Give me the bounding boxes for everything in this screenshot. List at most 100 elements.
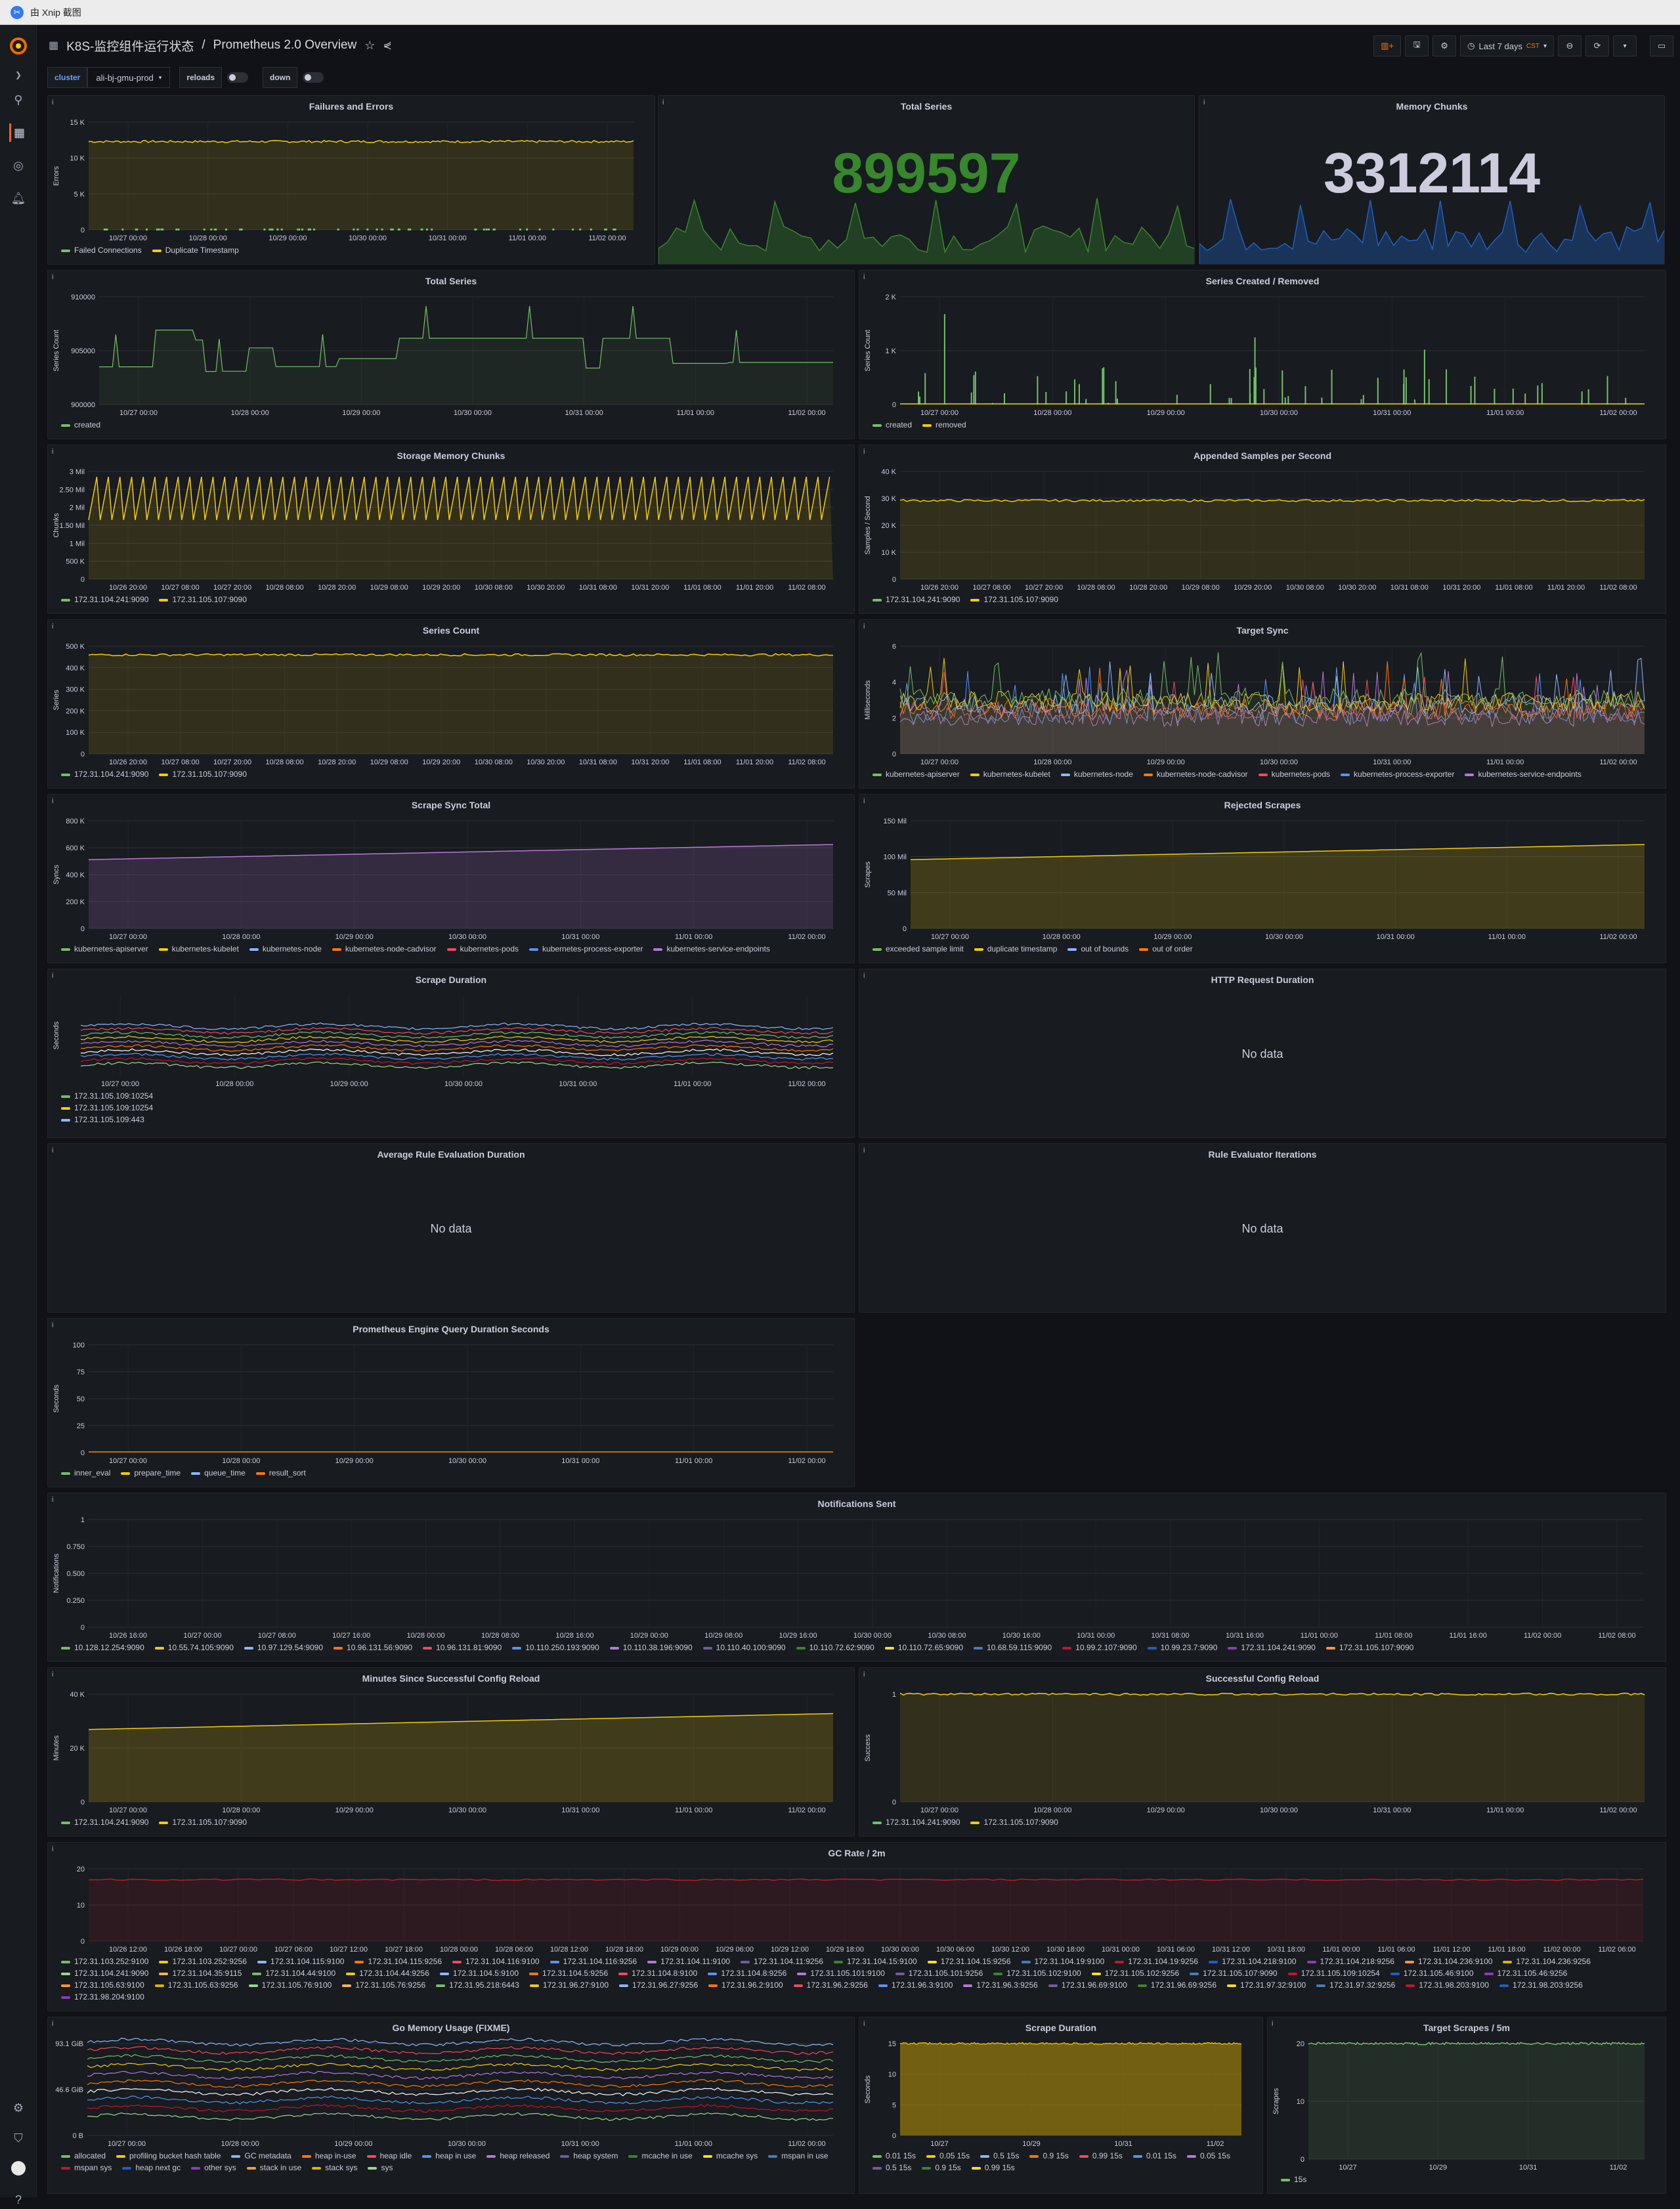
legend-item[interactable]: 0.05 15s	[926, 2150, 970, 2162]
legend-item[interactable]: 172.31.105.109:443	[61, 1114, 848, 1126]
legend-item[interactable]: 172.31.96.3:9100	[878, 1979, 953, 1991]
panel-target-sync[interactable]: i Target Sync 6 4 2 0 10/27 00:00 10/28 00:00 10…	[859, 619, 1666, 789]
panel-scrape-duration[interactable]: i Scrape Duration 10/27 00:00 10/28 00:00 10…	[47, 969, 855, 1138]
legend-item[interactable]: 172.31.104.241:9090	[61, 1967, 148, 1979]
legend-item[interactable]: 172.31.105.101:9256	[895, 1967, 983, 1979]
legend-item[interactable]: profiling bucket hash table	[116, 2150, 221, 2162]
legend-item[interactable]: 0.5 15s	[872, 2162, 911, 2174]
share-icon[interactable]: ⋞	[383, 39, 391, 52]
panel-storage-chunks[interactable]: i Storage Memory Chunks 3 Mil 2.50 Mil 2 Mil…	[47, 445, 855, 614]
legend-item[interactable]: 172.31.104.5:9100	[440, 1967, 519, 1979]
legend-item[interactable]: 10.110.72.65:9090	[885, 1642, 963, 1653]
save-dashboard-button[interactable]: 🖫︎	[1405, 35, 1429, 56]
legend-item[interactable]: heap idle	[367, 2150, 412, 2162]
legend-item[interactable]: kubernetes-node-cadvisor	[332, 943, 437, 955]
legend-item[interactable]: 172.31.105.109:10254	[1288, 1967, 1380, 1979]
breadcrumb-dashboard[interactable]: Prometheus 2.0 Overview	[213, 38, 357, 53]
legend-item[interactable]: 172.31.104.116:9256	[550, 1956, 637, 1967]
legend-item[interactable]: 172.31.104.116:9100	[452, 1956, 540, 1967]
legend-item[interactable]: 172.31.104.8:9100	[618, 1967, 697, 1979]
legend-item[interactable]: 172.31.104.241:9090	[61, 1816, 148, 1828]
legend-item[interactable]: out of bounds	[1067, 943, 1129, 955]
panel-rule-iter[interactable]: i Rule Evaluator Iterations No data	[859, 1143, 1666, 1313]
panel-success-reload[interactable]: i Successful Config Reload 1 0 10/27 00:00 10…	[859, 1667, 1666, 1837]
legend-item[interactable]: 10.99.2.107:9090	[1062, 1642, 1136, 1653]
legend-item[interactable]: mcache sys	[703, 2150, 758, 2162]
user-avatar[interactable]	[9, 2159, 28, 2177]
legend-item[interactable]: 172.31.105.107:9090	[159, 768, 246, 780]
legend-item[interactable]: 172.31.105.107:9090	[1190, 1967, 1277, 1979]
legend-item[interactable]: created	[61, 419, 100, 431]
reloads-toggle[interactable]	[227, 72, 248, 83]
time-picker-button[interactable]: ◷ Last 7 days CST ▾	[1460, 35, 1554, 56]
graph-area[interactable]: 40 K 20 K 0 10/27 00:00 10/28 00:00 10/29 00:…	[48, 1668, 855, 1837]
legend-item[interactable]: 10.97.129.54:9090	[244, 1642, 323, 1653]
legend-item[interactable]: 172.31.104.11:9256	[741, 1956, 823, 1967]
graph-area[interactable]: 100 75 50 25 0 10/27 00:00 10/28 00:00 10/29 00…	[48, 1319, 855, 1487]
legend-item[interactable]: prepare_time	[121, 1467, 181, 1479]
legend-item[interactable]: 172.31.103.252:9100	[61, 1956, 148, 1967]
star-icon[interactable]: ☆	[364, 39, 375, 53]
legend-item[interactable]: 0.05 15s	[1187, 2150, 1230, 2162]
legend-item[interactable]: 172.31.104.19:9100	[1022, 1956, 1105, 1967]
legend-item[interactable]: 172.31.96.2:9256	[794, 1979, 868, 1991]
panel-title[interactable]: Rule Evaluator Iterations	[859, 1149, 1666, 1160]
legend-item[interactable]: kubernetes-apiserver	[872, 768, 960, 780]
legend-item[interactable]: Failed Connections	[61, 244, 142, 256]
panel-total-series-stat[interactable]: i Total Series 899597	[658, 95, 1195, 265]
legend-item[interactable]: 172.31.104.19:9256	[1115, 1956, 1198, 1967]
explore-compass-icon[interactable]: ◎	[9, 156, 28, 175]
legend-item[interactable]: 172.31.104.15:9100	[834, 1956, 917, 1967]
legend-item[interactable]: 10.68.59.115:9090	[974, 1642, 1052, 1653]
legend-item[interactable]: 172.31.105.107:9090	[1326, 1642, 1413, 1653]
legend-item[interactable]: 10.55.74.105:9090	[155, 1642, 234, 1653]
legend-item[interactable]: 0.99 15s	[1079, 2150, 1123, 2162]
panel-http-duration[interactable]: i HTTP Request Duration No data	[859, 969, 1666, 1138]
legend-item[interactable]: 0.01 15s	[872, 2150, 916, 2162]
legend-item[interactable]: 0.01 15s	[1133, 2150, 1176, 2162]
legend-item[interactable]: 172.31.105.76:9256	[342, 1979, 425, 1991]
legend-item[interactable]: 10.110.250.193:9090	[512, 1642, 599, 1653]
legend-item[interactable]: out of order	[1139, 943, 1192, 955]
legend-item[interactable]: mcache in use	[628, 2150, 692, 2162]
help-icon[interactable]: ?	[9, 2191, 28, 2209]
legend-item[interactable]: 172.31.105.46:9256	[1484, 1967, 1568, 1979]
search-icon[interactable]: ⚲	[9, 91, 28, 109]
legend-item[interactable]: 172.31.105.63:9100	[61, 1979, 144, 1991]
legend-item[interactable]: result_sort	[256, 1467, 306, 1479]
legend-item[interactable]: kubernetes-pods	[1259, 768, 1330, 780]
panel-series-created[interactable]: i Series Created / Removed 2 K1 K 0 10/27 00…	[859, 270, 1666, 439]
legend-item[interactable]: 172.31.98.203:9256	[1499, 1979, 1583, 1991]
dashboards-icon[interactable]: ▦	[9, 123, 28, 142]
legend-item[interactable]: 172.31.98.204:9100	[61, 1991, 144, 2003]
panel-title[interactable]: Average Rule Evaluation Duration	[48, 1149, 854, 1160]
legend-item[interactable]: 172.31.103.252:9256	[159, 1956, 246, 1967]
panel-rejected[interactable]: i Rejected Scrapes 150 Mil 100 Mil 50 Mil 0 10…	[859, 794, 1666, 963]
panel-total-series[interactable]: i Total Series 910000 905000 900000 10/27 00:…	[47, 270, 855, 439]
legend-item[interactable]: 172.31.105.109:10254	[61, 1102, 848, 1114]
legend-item[interactable]: heap system	[560, 2150, 618, 2162]
legend-item[interactable]: mspan in use	[768, 2150, 828, 2162]
legend-item[interactable]: kubernetes-node	[1061, 768, 1133, 780]
legend-item[interactable]: 172.31.105.109:10254	[61, 1090, 848, 1102]
legend-item[interactable]: 172.31.104.5:9256	[529, 1967, 608, 1979]
legend-item[interactable]: 172.31.104.115:9100	[257, 1956, 345, 1967]
legend-item[interactable]: 172.31.96.27:9256	[619, 1979, 698, 1991]
legend-item[interactable]: removed	[922, 419, 966, 431]
legend-item[interactable]: kubernetes-kubelet	[159, 943, 239, 955]
legend-item[interactable]: 172.31.105.76:9100	[249, 1979, 332, 1991]
server-admin-shield-icon[interactable]: ⛉	[9, 2129, 28, 2147]
panel-gc-rate[interactable]: i GC Rate / 2m 20 10 0 10/26 12:00 10/26 18:00…	[47, 1842, 1666, 2011]
cluster-select[interactable]: ali-bj-gmu-prod ▾	[87, 67, 171, 88]
legend-item[interactable]: kubernetes-node-cadvisor	[1144, 768, 1248, 780]
legend-item[interactable]: 172.31.105.107:9090	[159, 594, 246, 605]
legend-item[interactable]: 172.31.105.102:9100	[993, 1967, 1081, 1979]
legend-item[interactable]: 172.31.104.236:9256	[1503, 1956, 1590, 1967]
legend-item[interactable]: heap released	[486, 2150, 549, 2162]
legend-item[interactable]: 172.31.104.236:9100	[1405, 1956, 1492, 1967]
panel-failures[interactable]: i Failures and Errors 15 K 10 K5 K 0 10/27 00…	[47, 95, 655, 265]
legend-item[interactable]: 172.31.105.107:9090	[970, 594, 1058, 605]
legend-item[interactable]: 10.110.38.196:9090	[610, 1642, 693, 1653]
add-panel-button[interactable]: ▥+	[1373, 35, 1402, 56]
legend-item[interactable]: 15s	[1281, 2174, 1306, 2185]
